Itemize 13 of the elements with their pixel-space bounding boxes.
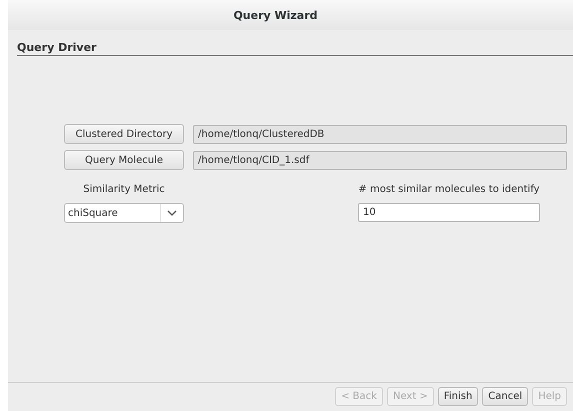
count-label: # most similar molecules to identify xyxy=(358,184,540,195)
metric-dropdown[interactable]: chiSquare xyxy=(64,203,184,223)
wizard-button[interactable]: Cancel xyxy=(482,387,528,406)
path-field[interactable]: /home/tlonq/ClusteredDB xyxy=(193,124,567,144)
count-field[interactable]: 10 xyxy=(358,203,540,222)
similarity-metric-label: Similarity Metric xyxy=(83,184,165,195)
path-field[interactable]: /home/tlonq/CID_1.sdf xyxy=(193,150,567,170)
browse-button[interactable]: Query Molecule xyxy=(64,150,184,170)
browse-button[interactable]: Clustered Directory xyxy=(64,124,184,144)
page-title: Query Driver xyxy=(17,41,573,56)
wizard-button[interactable]: Finish xyxy=(438,387,478,406)
chevron-down-icon xyxy=(167,210,177,216)
window-title: Query Wizard xyxy=(233,8,318,22)
